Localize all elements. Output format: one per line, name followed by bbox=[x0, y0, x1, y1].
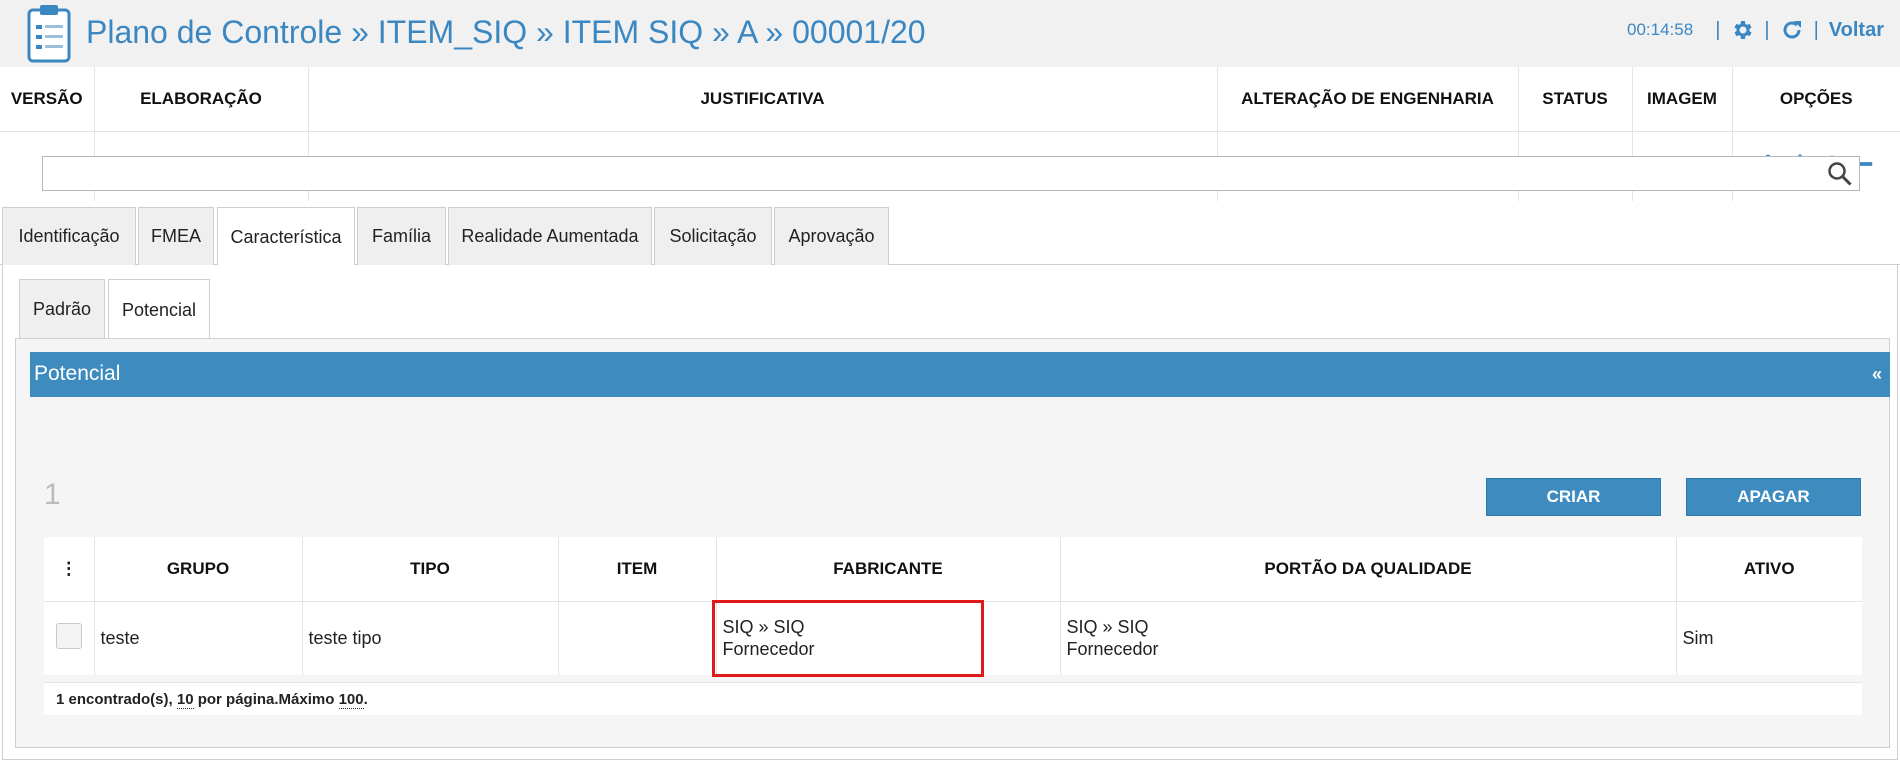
max-selector[interactable]: 100 bbox=[338, 691, 364, 709]
col-alteracao: ALTERAÇÃO DE ENGENHARIA bbox=[1217, 67, 1519, 132]
tab-caracteristica[interactable]: Característica bbox=[217, 207, 355, 266]
tab-potencial[interactable]: Potencial bbox=[108, 279, 210, 340]
section-header: Potencial « bbox=[30, 352, 1890, 397]
col-ativo[interactable]: ATIVO bbox=[1676, 537, 1862, 602]
clipboard-icon bbox=[27, 5, 71, 63]
row-checkbox[interactable] bbox=[56, 622, 82, 649]
refresh-icon[interactable] bbox=[1780, 18, 1804, 42]
delete-button[interactable]: APAGAR bbox=[1686, 478, 1861, 516]
col-status: STATUS bbox=[1518, 67, 1633, 132]
tab-fmea[interactable]: FMEA bbox=[138, 207, 214, 265]
col-elaboracao: ELABORAÇÃO bbox=[94, 67, 309, 132]
col-opcoes: OPÇÕES bbox=[1732, 67, 1900, 132]
tab-solicitacao[interactable]: Solicitação bbox=[654, 207, 772, 265]
main-tabs: Identificação FMEA Característica Famíli… bbox=[0, 207, 1900, 266]
col-versao: VERSÃO bbox=[0, 67, 95, 132]
col-imagem: IMAGEM bbox=[1632, 67, 1733, 132]
portao-line1: SIQ » SIQ bbox=[1066, 617, 1149, 638]
back-link[interactable]: Voltar bbox=[1829, 19, 1884, 42]
record-count: 1 bbox=[44, 478, 61, 511]
page-header: Plano de Controle » ITEM_SIQ » ITEM SIQ … bbox=[0, 0, 1900, 67]
search-input[interactable] bbox=[42, 156, 1860, 191]
col-tipo[interactable]: TIPO bbox=[302, 537, 559, 602]
table-footer: 1 encontrado(s), 10 por página.Máximo 10… bbox=[44, 682, 1862, 715]
per-page-selector[interactable]: 10 bbox=[176, 691, 194, 709]
col-justificativa: JUSTIFICATIVA bbox=[308, 67, 1218, 132]
col-item[interactable]: ITEM bbox=[558, 537, 717, 602]
page-title: Plano de Controle » ITEM_SIQ » ITEM SIQ … bbox=[86, 14, 926, 50]
create-button[interactable]: CRIAR bbox=[1486, 478, 1661, 516]
gear-icon[interactable] bbox=[1730, 18, 1754, 42]
portao-line2: Fornecedor bbox=[1066, 639, 1159, 660]
col-grupo[interactable]: GRUPO bbox=[94, 537, 303, 602]
session-timer: 00:14:58 bbox=[1627, 20, 1694, 39]
tab-padrao[interactable]: Padrão bbox=[19, 279, 105, 339]
tab-aprovacao[interactable]: Aprovação bbox=[774, 207, 889, 265]
tab-realidade-aumentada[interactable]: Realidade Aumentada bbox=[448, 207, 652, 265]
search-icon[interactable] bbox=[1827, 161, 1853, 187]
col-menu[interactable]: ⋮ bbox=[44, 537, 95, 602]
col-fabricante[interactable]: FABRICANTE bbox=[716, 537, 1061, 602]
tab-identificacao[interactable]: Identificação bbox=[2, 207, 136, 265]
col-portao-qualidade[interactable]: PORTÃO DA QUALIDADE bbox=[1060, 537, 1677, 602]
highlight-box bbox=[712, 600, 984, 677]
collapse-button[interactable]: « bbox=[1872, 364, 1882, 385]
section-title: Potencial bbox=[34, 362, 121, 385]
tab-familia[interactable]: Família bbox=[357, 207, 446, 265]
